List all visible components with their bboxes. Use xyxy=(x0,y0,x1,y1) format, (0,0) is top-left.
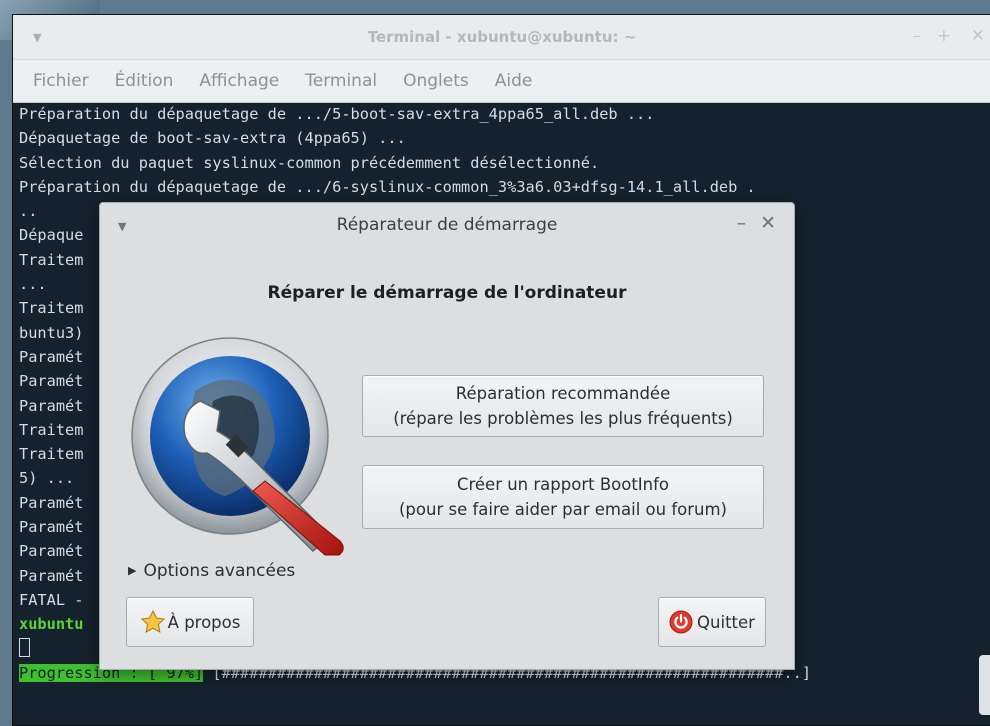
dialog-heading: Réparer le démarrage de l'ordinateur xyxy=(267,283,627,303)
boot-repair-dialog[interactable]: ▼ Réparateur de démarrage – ✕ Réparer le… xyxy=(99,202,795,670)
bootinfo-button-sublabel: (pour se faire aider par email ou forum) xyxy=(399,500,727,519)
bootinfo-button-label: Créer un rapport BootInfo xyxy=(456,475,670,494)
menu-onglets[interactable]: Onglets xyxy=(403,71,469,91)
terminal-line: Dépaquetage de boot-sav-extra (4ppa65) .… xyxy=(19,129,406,148)
text-cursor xyxy=(19,637,30,657)
star-icon xyxy=(140,609,165,633)
quit-button[interactable]: Quitter xyxy=(658,597,766,647)
quit-button-label: Quitter xyxy=(697,612,755,632)
minimize-icon[interactable]: – xyxy=(737,212,747,234)
bootinfo-report-button[interactable]: Créer un rapport BootInfo (pour se faire… xyxy=(362,465,764,529)
repair-button-label: Réparation recommandée xyxy=(455,384,671,403)
dialog-title: Réparateur de démarrage xyxy=(336,215,558,235)
minimize-icon[interactable]: – xyxy=(913,26,922,46)
boot-repair-logo xyxy=(131,337,344,556)
advanced-options-expander[interactable]: ▶ Options avancées xyxy=(128,561,295,581)
menu-terminal[interactable]: Terminal xyxy=(305,71,377,91)
menu-aide[interactable]: Aide xyxy=(495,71,533,91)
repair-button-sublabel: (répare les problèmes les plus fréquents… xyxy=(393,409,733,428)
about-button[interactable]: À propos xyxy=(126,597,254,647)
terminal-menubar: Fichier Édition Affichage Terminal Ongle… xyxy=(13,60,990,103)
terminal-titlebar[interactable]: ▼ Terminal - xubuntu@xubuntu: ~ – + ✕ xyxy=(13,15,990,60)
recommended-repair-button[interactable]: Réparation recommandée (répare les probl… xyxy=(362,375,764,437)
expander-arrow-icon: ▶ xyxy=(128,564,137,577)
scrollbar-handle[interactable] xyxy=(979,655,990,715)
terminal-line: Sélection du paquet syslinux-common préc… xyxy=(19,153,600,172)
menu-affichage[interactable]: Affichage xyxy=(199,71,279,91)
advanced-options-label: Options avancées xyxy=(143,561,296,581)
menu-fichier[interactable]: Fichier xyxy=(33,71,89,91)
power-icon xyxy=(669,610,693,634)
about-button-label: À propos xyxy=(167,612,241,632)
close-icon[interactable]: ✕ xyxy=(971,26,985,46)
terminal-title: Terminal - xubuntu@xubuntu: ~ xyxy=(367,28,637,46)
terminal-line: Préparation du dépaquetage de .../5-boot… xyxy=(19,105,655,123)
menu-edition[interactable]: Édition xyxy=(115,71,174,91)
maximize-icon[interactable]: + xyxy=(937,26,951,46)
close-icon[interactable]: ✕ xyxy=(760,212,776,234)
terminal-line: Préparation du dépaquetage de .../6-sysl… xyxy=(19,177,756,196)
dialog-titlebar[interactable]: ▼ Réparateur de démarrage – ✕ xyxy=(100,203,794,251)
